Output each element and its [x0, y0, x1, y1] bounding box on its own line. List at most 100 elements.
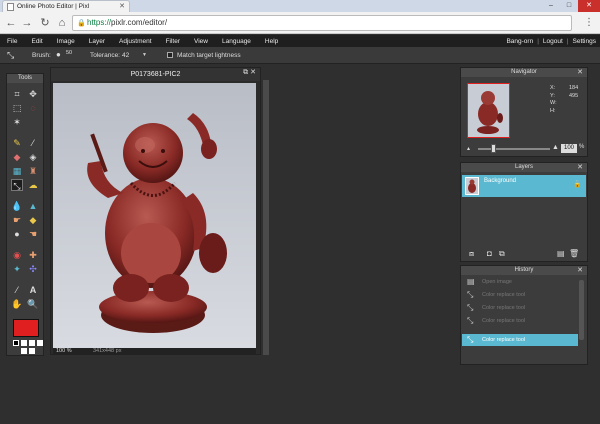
browser-menu-icon[interactable]: ⋮	[584, 17, 594, 28]
close-window-icon[interactable]: ✕	[578, 0, 600, 12]
match-lightness-label: Match target lightness	[177, 52, 241, 59]
swatch-white-icon[interactable]	[37, 340, 43, 346]
dodge-tool-icon[interactable]: ●	[11, 228, 23, 240]
layer-settings-icon[interactable]: ⧈	[469, 249, 474, 259]
brush-tool-icon[interactable]: ⁄	[27, 137, 39, 149]
settings-link[interactable]: Settings	[569, 38, 600, 45]
layer-styles-icon[interactable]: ⧉	[499, 249, 505, 259]
layer-actions: ⧈ ◘ ⧉ ▤ 🗑	[461, 249, 587, 259]
bloat-tool-icon[interactable]: ✦	[11, 263, 23, 275]
menu-language[interactable]: Language	[215, 38, 258, 45]
color-replace-tool-icon[interactable]: ⤡	[11, 179, 23, 191]
tolerance-dropdown-icon[interactable]: ▼	[142, 52, 147, 58]
close-tab-icon[interactable]: ✕	[119, 2, 125, 10]
brush-preview-icon[interactable]: ●	[56, 50, 61, 59]
sponge-tool-icon[interactable]: ◆	[27, 214, 39, 226]
zoom-slider[interactable]	[478, 148, 550, 150]
pencil-tool-icon[interactable]: ✎	[11, 137, 23, 149]
menu-adjustment[interactable]: Adjustment	[112, 38, 159, 45]
history-item-active[interactable]: ⤡ Color replace tool	[462, 334, 578, 346]
forward-icon[interactable]: →	[20, 16, 34, 30]
marquee-tool-icon[interactable]: ⬚	[11, 102, 23, 114]
y-label: Y:	[550, 92, 555, 99]
pinch-tool-icon[interactable]: ✣	[27, 263, 39, 275]
color-picker-tool-icon[interactable]: ⁄	[11, 284, 23, 296]
close-layers-icon[interactable]: ✕	[577, 163, 583, 172]
swatch-white-icon[interactable]	[29, 348, 35, 354]
swatch-white-icon[interactable]	[29, 340, 35, 346]
gradient-tool-icon[interactable]: ▦	[11, 165, 23, 177]
minimize-icon[interactable]: –	[542, 0, 560, 12]
wand-tool-icon[interactable]: ✶	[11, 116, 23, 128]
stamp-tool-icon[interactable]: ♜	[27, 165, 39, 177]
browser-tab[interactable]: Online Photo Editor | Pixl ✕	[2, 0, 130, 12]
menu-filter[interactable]: Filter	[159, 38, 187, 45]
layers-panel: Layers ✕ Background 🔒 ⧈ ◘ ⧉ ▤ 🗑	[460, 162, 588, 262]
menu-view[interactable]: View	[187, 38, 215, 45]
restore-icon[interactable]: ⧉	[243, 69, 248, 76]
url-input[interactable]: 🔒 https://pixlr.com/editor/	[72, 15, 572, 31]
blur-tool-icon[interactable]: 💧	[11, 200, 23, 212]
document-zoom[interactable]: 100 %	[56, 348, 72, 355]
bucket-tool-icon[interactable]: ◈	[27, 151, 39, 163]
history-item[interactable]: ▤ Open image	[462, 276, 578, 288]
back-icon[interactable]: ←	[4, 16, 18, 30]
history-scrollbar[interactable]	[579, 280, 584, 340]
browser-tab-bar: Online Photo Editor | Pixl ✕ – □ ✕	[0, 0, 600, 12]
tolerance-value[interactable]: 42	[122, 52, 129, 59]
address-bar-row: ← → ↻ ⌂ 🔒 https://pixlr.com/editor/ ⋮	[0, 12, 600, 34]
history-item[interactable]: ⤡ Color replace tool	[462, 289, 578, 301]
move-tool-icon[interactable]: ✥	[27, 88, 39, 100]
drawing-tool-icon[interactable]: ☁	[27, 179, 39, 191]
layers-title-text: Layers	[514, 164, 533, 170]
zoom-slider-handle[interactable]	[491, 144, 496, 153]
home-icon[interactable]: ⌂	[55, 16, 69, 30]
lasso-tool-icon[interactable]: ◌	[27, 102, 39, 114]
hand-tool-icon[interactable]: ✋	[11, 298, 23, 310]
workspace-scrollbar[interactable]	[263, 80, 269, 355]
zoom-input[interactable]: 100	[561, 144, 577, 153]
reload-icon[interactable]: ↻	[38, 16, 52, 30]
foreground-color-swatch[interactable]	[13, 319, 39, 337]
maximize-icon[interactable]: □	[560, 0, 578, 12]
window-controls: – □ ✕	[542, 0, 600, 12]
navigator-thumbnail[interactable]	[467, 83, 510, 138]
swatch-white-icon[interactable]	[21, 348, 27, 354]
history-item[interactable]: ⤡ Color replace tool	[462, 315, 578, 327]
zoom-out-icon[interactable]: ▴	[467, 145, 470, 152]
menu-layer[interactable]: Layer	[82, 38, 112, 45]
menu-file[interactable]: File	[0, 38, 24, 45]
zoom-in-icon[interactable]: ▲	[552, 144, 559, 151]
close-history-icon[interactable]: ✕	[577, 266, 583, 275]
color-replace-tool-icon: ⤡	[467, 290, 474, 299]
eraser-tool-icon[interactable]: ◆	[11, 151, 23, 163]
lock-icon[interactable]: 🔒	[573, 180, 582, 188]
crop-tool-icon[interactable]: ⌗	[11, 88, 23, 100]
sharpen-tool-icon[interactable]: ▲	[27, 200, 39, 212]
zoom-tool-icon[interactable]: 🔍	[27, 298, 39, 310]
match-lightness-checkbox[interactable]	[167, 52, 173, 58]
smudge-tool-icon[interactable]: ☛	[11, 214, 23, 226]
red-eye-tool-icon[interactable]: ◉	[11, 249, 23, 261]
type-tool-icon[interactable]: A	[27, 284, 39, 296]
history-title: History ✕	[461, 266, 587, 275]
h-label: H:	[550, 107, 556, 114]
swap-colors-icon[interactable]	[21, 340, 27, 346]
layer-row[interactable]: Background 🔒	[462, 175, 586, 197]
image-canvas[interactable]	[53, 83, 256, 348]
menu-edit[interactable]: Edit	[24, 38, 49, 45]
logout-link[interactable]: Logout	[539, 38, 567, 45]
history-item[interactable]: ⤡ Color replace tool	[462, 302, 578, 314]
close-document-icon[interactable]: ✕	[250, 69, 256, 76]
close-navigator-icon[interactable]: ✕	[577, 68, 583, 77]
menu-image[interactable]: Image	[50, 38, 82, 45]
brush-size-value[interactable]: 50	[66, 50, 72, 56]
burn-tool-icon[interactable]: ☚	[27, 228, 39, 240]
spot-heal-tool-icon[interactable]: ✚	[27, 249, 39, 261]
delete-layer-icon[interactable]: 🗑	[569, 249, 579, 258]
menu-help[interactable]: Help	[258, 38, 285, 45]
user-name-link[interactable]: Bang-orn	[502, 38, 537, 45]
default-colors-icon[interactable]	[13, 340, 19, 346]
layer-mask-icon[interactable]: ◘	[487, 249, 492, 258]
new-layer-icon[interactable]: ▤	[557, 249, 565, 258]
